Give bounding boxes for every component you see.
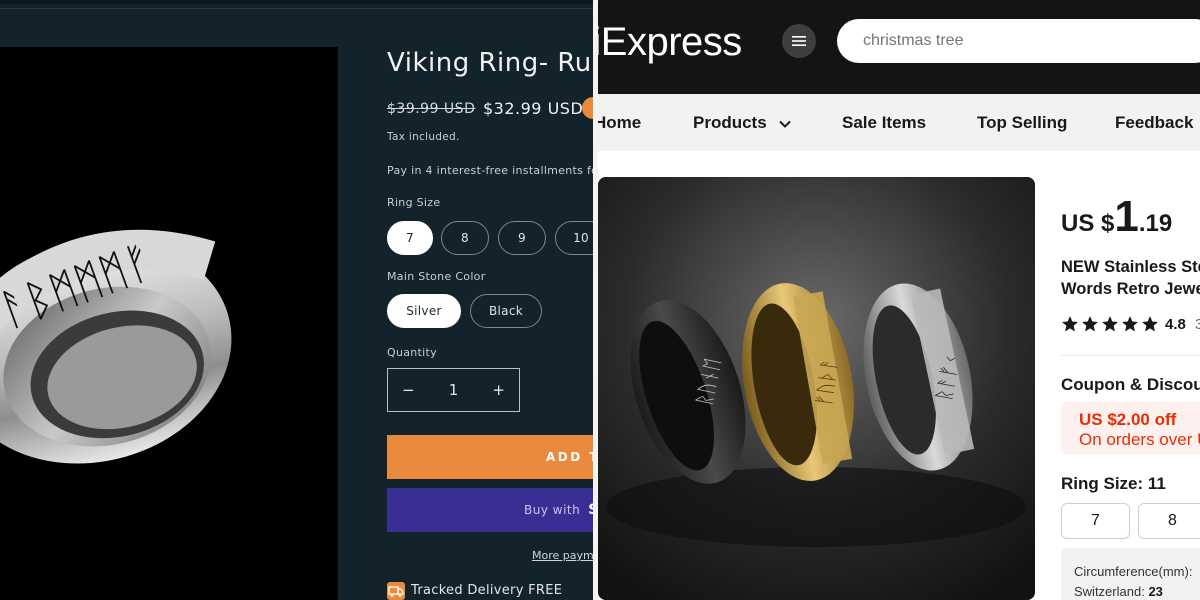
size-option-10[interactable]: 10 [555, 221, 597, 255]
size-option-8[interactable]: 8 [1138, 503, 1200, 539]
rating-stars [1061, 315, 1161, 333]
viking-ring-image: ᚨᛒᛗᛗᛗᚠ [0, 229, 232, 464]
hamburger-menu-button[interactable] [782, 24, 816, 58]
rating-count[interactable]: 3 [1195, 316, 1200, 333]
quantity-increase-button[interactable]: + [492, 381, 505, 399]
product-title-line-1: NEW Stainless Ste [1061, 258, 1200, 276]
stone-color-label: Main Stone Color [387, 270, 486, 283]
price-currency: US $ [1061, 210, 1115, 237]
star-icon [1062, 316, 1158, 332]
coupon-amount: US $2.00 off [1079, 410, 1177, 429]
section-divider [1061, 355, 1200, 356]
buy-with-shop-button[interactable]: Buy with S [387, 488, 597, 532]
size-option-9[interactable]: 9 [498, 221, 546, 255]
size-option-7[interactable]: 7 [387, 221, 433, 255]
product-image[interactable]: ᚨᛒᛗᛗᛗᚠ [0, 47, 338, 600]
nav-products[interactable]: Products [693, 113, 792, 133]
main-nav: Home Products Sale Items Top Selling Fee… [598, 94, 1200, 151]
aliexpress-logo[interactable]: liExpress [598, 20, 742, 65]
price-integer: 1 [1114, 192, 1139, 241]
truck-icon [387, 582, 405, 600]
stone-option-black[interactable]: Black [470, 294, 542, 328]
circumference-label: Circumference(mm): [1074, 564, 1193, 579]
more-payment-options-link[interactable]: More paym [532, 549, 594, 562]
site-header: liExpress [598, 0, 1200, 94]
size-option-7[interactable]: 7 [1061, 503, 1130, 539]
coupon-heading: Coupon & Discoun [1061, 375, 1200, 394]
three-rings-image: ᚱᚢᚾᛖ ᚠᚢᚦᚨ ᚱᚨᚠᚲ [598, 177, 1035, 600]
ring-size-heading: Ring Size: 11 [1061, 474, 1166, 493]
quantity-decrease-button[interactable]: − [402, 381, 415, 399]
nav-feedback[interactable]: Feedback [1115, 113, 1193, 133]
quantity-value[interactable]: 1 [449, 381, 459, 399]
sale-price: $32.99 USD [483, 99, 584, 118]
search-input[interactable] [837, 19, 1200, 63]
add-to-cart-label: ADD TO [546, 450, 597, 464]
product-title: Viking Ring- Runic [387, 48, 597, 78]
nav-home[interactable]: Home [598, 113, 641, 133]
old-price: $39.99 USD [387, 101, 476, 117]
stone-option-silver[interactable]: Silver [387, 294, 461, 328]
add-to-cart-button[interactable]: ADD TO [387, 435, 597, 479]
tracked-delivery-text: Tracked Delivery FREE [411, 583, 563, 598]
quantity-label: Quantity [387, 346, 437, 359]
aliexpress-panel: liExpress Home Products Sale Items Top S… [598, 0, 1200, 600]
tax-note: Tax included. [387, 131, 460, 143]
coupon-condition: On orders over U [1079, 430, 1200, 449]
nav-top-selling[interactable]: Top Selling [977, 113, 1067, 133]
product-gallery-image[interactable]: ᚱᚢᚾᛖ ᚠᚢᚦᚨ ᚱᚨᚠᚲ [598, 177, 1035, 600]
product-price: US $1.19 [1061, 192, 1172, 242]
nav-sale-items[interactable]: Sale Items [842, 113, 926, 133]
product-title-line-2: Words Retro Jewe [1061, 280, 1200, 298]
menu-icon [792, 36, 806, 46]
buy-with-label: Buy with [524, 503, 581, 517]
price-decimal: .19 [1138, 210, 1173, 237]
left-store-panel: ᚨᛒᛗᛗᛗᚠ Viking Ring- Runic $39.99 USD $32… [0, 0, 597, 600]
nav-products-label: Products [693, 113, 767, 132]
quantity-stepper: − 1 + [387, 368, 520, 412]
top-bar [0, 0, 597, 4]
switzerland-value: 23 [1148, 584, 1163, 599]
top-divider [0, 8, 597, 9]
switzerland-size: Switzerland: 23 [1074, 584, 1163, 599]
chevron-down-icon [779, 120, 792, 128]
installments-note: Pay in 4 interest-free installments for … [387, 164, 597, 177]
switzerland-label: Switzerland: [1074, 584, 1145, 599]
ring-size-label: Ring Size [387, 196, 441, 209]
rating-value: 4.8 [1165, 316, 1186, 333]
product-title: NEW Stainless Ste Words Retro Jewe [1061, 256, 1200, 300]
size-option-8[interactable]: 8 [441, 221, 489, 255]
